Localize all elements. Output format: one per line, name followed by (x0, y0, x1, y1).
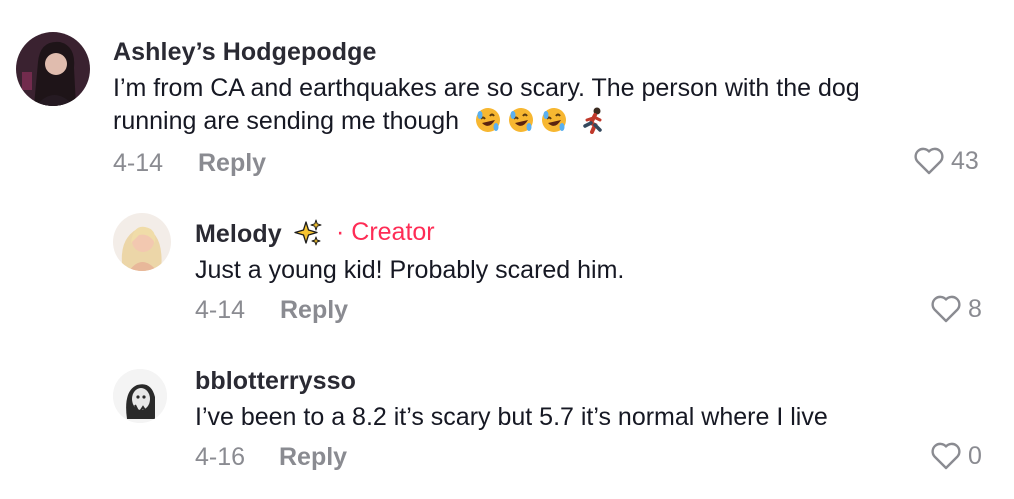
comment-text: Just a young kid! Probably scared him. (195, 256, 625, 284)
comment-text-segment: running are sending me though (113, 107, 460, 135)
heart-icon (931, 442, 961, 470)
rolling-on-floor-laughing-icon (509, 108, 534, 132)
like-button[interactable]: 0 (930, 441, 982, 471)
comment-text: I’ve been to a 8.2 it’s scary but 5.7 it… (195, 403, 828, 431)
like-count: 8 (968, 294, 982, 323)
comment-text: I’m from CA and earthquakes are so scary… (113, 72, 993, 138)
comment-text-line: running are sending me though (113, 105, 993, 138)
comment-date: 4-14 (195, 296, 246, 324)
reply-button[interactable]: Reply (198, 149, 266, 178)
heart-icon (914, 147, 944, 175)
like-count: 43 (951, 146, 979, 175)
avatar[interactable] (16, 32, 90, 106)
rolling-on-floor-laughing-icon (476, 108, 501, 132)
comment-username[interactable]: Melody (195, 218, 323, 249)
comment-username-text: Melody (195, 220, 282, 248)
heart-icon (931, 295, 961, 323)
person-running-icon (583, 107, 602, 134)
rolling-on-floor-laughing-icon (542, 108, 567, 132)
like-button[interactable]: 43 (913, 146, 979, 176)
like-button[interactable]: 8 (930, 294, 982, 324)
sparkles-icon (294, 219, 322, 246)
reply-button[interactable]: Reply (280, 296, 348, 325)
creator-badge: · Creator (336, 218, 435, 246)
avatar[interactable] (113, 213, 171, 271)
reply-button[interactable]: Reply (279, 443, 347, 472)
comment-date: 4-14 (113, 149, 164, 177)
avatar[interactable] (113, 369, 167, 423)
like-count: 0 (968, 441, 982, 470)
comment-username[interactable]: Ashley’s Hodgepodge (113, 38, 377, 67)
comment-text-line: I’m from CA and earthquakes are so scary… (113, 74, 860, 102)
comment-username[interactable]: bblotterrysso (195, 367, 356, 396)
comment-date: 4-16 (195, 443, 246, 471)
